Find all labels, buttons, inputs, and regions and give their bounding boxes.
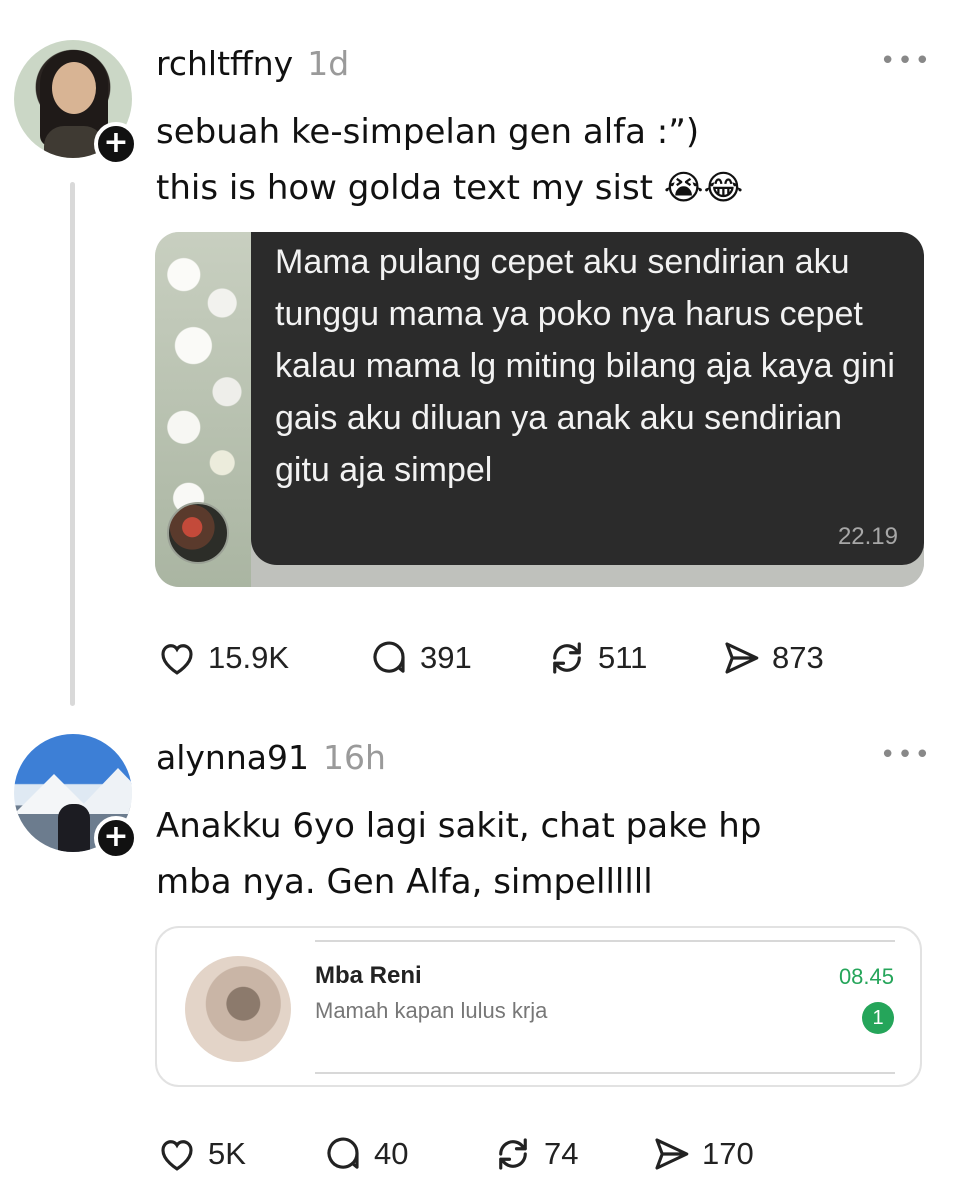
chat-bubble: Mama pulang cepet aku sendirian aku tung… bbox=[251, 232, 924, 565]
post-header: rchltffny 1d bbox=[156, 44, 349, 83]
like-button[interactable]: 5K bbox=[156, 1134, 246, 1174]
last-message-preview: Mamah kapan lulus krja bbox=[315, 998, 548, 1023]
reply-count: 40 bbox=[374, 1136, 409, 1171]
post-text-line: this is how golda text my sist 😭😂 bbox=[156, 168, 744, 208]
thread-connector-line bbox=[70, 182, 75, 706]
avatar-person bbox=[58, 804, 90, 852]
divider bbox=[315, 940, 895, 942]
repost-icon bbox=[553, 642, 581, 674]
reply-button[interactable]: 391 bbox=[368, 638, 472, 678]
follow-plus-icon[interactable]: + bbox=[94, 122, 138, 166]
reply-button[interactable]: 40 bbox=[322, 1134, 408, 1174]
share-count: 170 bbox=[702, 1136, 754, 1171]
share-count: 873 bbox=[772, 640, 824, 675]
heart-icon bbox=[161, 644, 193, 675]
divider bbox=[315, 1072, 895, 1074]
post-header: alynna91 16h bbox=[156, 738, 386, 777]
share-button[interactable]: 873 bbox=[720, 638, 824, 678]
like-count: 15.9K bbox=[208, 640, 290, 675]
chat-message-text: Mama pulang cepet aku sendirian aku tung… bbox=[275, 243, 895, 489]
post-media-image[interactable]: Mba Reni Mamah kapan lulus krja 08.45 1 bbox=[155, 926, 922, 1087]
follow-plus-icon[interactable]: + bbox=[94, 816, 138, 860]
repost-icon bbox=[499, 1138, 527, 1170]
like-button[interactable]: 15.9K bbox=[156, 638, 289, 678]
contact-avatar bbox=[185, 956, 291, 1062]
more-options-icon[interactable]: ••• bbox=[880, 46, 932, 76]
sender-avatar bbox=[167, 502, 229, 564]
avatar-face bbox=[52, 62, 96, 114]
comment-icon bbox=[373, 641, 405, 673]
contact-name: Mba Reni bbox=[315, 962, 422, 989]
repost-count: 74 bbox=[544, 1136, 579, 1171]
unread-badge: 1 bbox=[862, 1002, 894, 1034]
username-link[interactable]: alynna91 bbox=[156, 738, 309, 777]
send-icon bbox=[655, 1138, 689, 1170]
like-count: 5K bbox=[208, 1136, 246, 1171]
reply-count: 391 bbox=[420, 640, 472, 675]
more-options-icon[interactable]: ••• bbox=[880, 740, 932, 770]
username-link[interactable]: rchltffny bbox=[156, 44, 293, 83]
post-text-line: sebuah ke-simpelan gen alfa :”) bbox=[156, 112, 700, 152]
repost-button[interactable]: 74 bbox=[492, 1134, 578, 1174]
chat-message-time: 22.19 bbox=[837, 523, 898, 550]
post-text: sebuah ke-simpelan gen alfa :”) this is … bbox=[156, 104, 936, 216]
post-text: Anakku 6yo lagi sakit, chat pake hp mba … bbox=[156, 798, 936, 910]
post-time: 16h bbox=[322, 738, 386, 777]
share-button[interactable]: 170 bbox=[650, 1134, 754, 1174]
post-time: 1d bbox=[307, 44, 350, 83]
post-text-line: mba nya. Gen Alfa, simpellllll bbox=[156, 862, 653, 902]
heart-icon bbox=[161, 1140, 193, 1171]
repost-button[interactable]: 511 bbox=[546, 638, 647, 678]
repost-count: 511 bbox=[598, 640, 648, 675]
chat-time: 08.45 bbox=[838, 964, 894, 989]
send-icon bbox=[725, 642, 759, 674]
post-text-line: Anakku 6yo lagi sakit, chat pake hp bbox=[156, 806, 762, 846]
comment-icon bbox=[327, 1137, 359, 1169]
post-media-image[interactable]: Mama pulang cepet aku sendirian aku tung… bbox=[155, 232, 924, 587]
